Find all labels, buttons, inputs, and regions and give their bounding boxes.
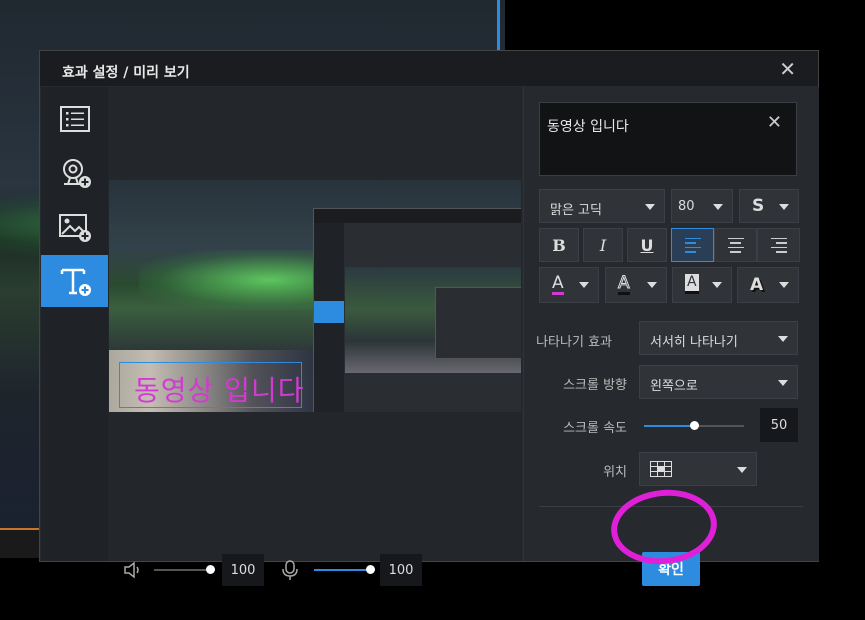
list-icon — [59, 106, 90, 132]
font-family-select[interactable]: 맑은 고딕 — [539, 189, 665, 223]
nested-title-bar — [314, 209, 521, 223]
nested-sidebar — [314, 223, 344, 412]
chevron-down-icon — [779, 282, 789, 288]
align-right-button[interactable] — [757, 228, 800, 262]
font-size-select[interactable]: 80 — [671, 189, 733, 223]
sidebar-item-text[interactable] — [41, 255, 108, 307]
nested-preview — [345, 267, 521, 373]
mic-volume-knob[interactable] — [365, 565, 375, 574]
mic-volume-row: 100 — [280, 554, 422, 586]
dialog-title: 효과 설정 / 미리 보기 — [62, 65, 190, 81]
chevron-down-icon — [712, 282, 722, 288]
confirm-button[interactable]: 확인 — [642, 552, 700, 586]
shadow-color-icon: A — [750, 275, 764, 295]
text-style-value: S — [752, 196, 765, 216]
font-family-value: 맑은 고딕 — [550, 203, 602, 218]
font-color-select[interactable]: A — [539, 267, 599, 303]
add-webcam-icon — [62, 159, 91, 188]
scroll-speed-slider[interactable] — [644, 421, 744, 430]
underline-button[interactable]: U — [627, 228, 667, 262]
bold-button[interactable]: B — [539, 228, 579, 262]
shadow-color-select[interactable]: A — [737, 267, 799, 303]
sidebar-item-list[interactable] — [41, 93, 108, 145]
italic-button[interactable]: I — [583, 228, 623, 262]
scroll-direction-select[interactable]: 왼쪽으로 — [639, 365, 798, 399]
background-strip — [0, 528, 40, 558]
appear-effect-select[interactable]: 서서히 나타나기 — [639, 321, 798, 355]
speaker-volume-value: 100 — [222, 554, 264, 586]
chevron-down-icon — [779, 204, 789, 210]
align-center-button[interactable] — [714, 228, 757, 262]
title-bar: 효과 설정 / 미리 보기 ✕ — [40, 51, 818, 86]
effect-settings-dialog: 효과 설정 / 미리 보기 ✕ 동영상 입니다 100 100 동영상 입니다 … — [39, 50, 819, 586]
speaker-icon[interactable] — [122, 560, 142, 580]
chevron-down-icon — [579, 282, 589, 288]
position-select[interactable] — [639, 452, 757, 486]
position-grid-icon — [650, 461, 672, 477]
outline-color-select[interactable]: A — [605, 267, 667, 303]
font-color-icon: A — [552, 273, 564, 295]
chevron-down-icon — [778, 336, 788, 342]
panel-divider — [539, 506, 803, 507]
text-input-field[interactable]: 동영상 입니다 ✕ — [539, 102, 797, 176]
speaker-volume-knob[interactable] — [205, 565, 215, 574]
text-overlay-box[interactable]: 동영상 입니다 — [119, 362, 305, 408]
chevron-down-icon — [713, 204, 723, 210]
microphone-icon[interactable] — [280, 559, 300, 581]
sidebar-item-image[interactable] — [41, 201, 108, 253]
background-window-edge — [497, 0, 500, 50]
scroll-direction-label: 스크롤 방향 — [563, 378, 627, 393]
sidebar — [41, 87, 108, 561]
nested-preview-inner — [435, 287, 521, 359]
clear-text-icon[interactable]: ✕ — [767, 112, 782, 133]
preview-canvas: 동영상 입니다 — [109, 180, 521, 412]
align-center-icon — [727, 237, 744, 253]
chevron-down-icon — [645, 204, 655, 210]
appear-effect-label: 나타나기 효과 — [536, 335, 612, 350]
close-icon[interactable]: ✕ — [779, 57, 796, 81]
outline-color-icon: A — [618, 273, 630, 295]
appear-effect-value: 서서히 나타나기 — [650, 335, 738, 350]
speaker-volume-row: 100 — [122, 554, 264, 586]
align-left-icon — [684, 237, 701, 253]
chevron-down-icon — [647, 282, 657, 288]
scroll-speed-fill — [644, 425, 694, 427]
background-color-select[interactable]: A — [672, 267, 732, 303]
text-input-value: 동영상 입니다 — [547, 119, 629, 135]
text-style-select[interactable]: S — [739, 189, 799, 223]
scroll-direction-value: 왼쪽으로 — [650, 379, 698, 394]
position-label: 위치 — [603, 465, 627, 480]
mic-volume-slider[interactable] — [314, 565, 375, 574]
align-right-icon — [770, 237, 787, 253]
add-image-icon — [58, 214, 91, 242]
preview-area: 동영상 입니다 100 100 — [108, 87, 522, 586]
mic-volume-value: 100 — [380, 554, 422, 586]
mic-volume-fill — [314, 569, 370, 571]
sidebar-item-webcam[interactable] — [41, 147, 108, 199]
background-color-icon: A — [685, 274, 699, 294]
text-settings-panel: 동영상 입니다 ✕ 맑은 고딕 80 S B I U A A A A 나타나기 … — [523, 87, 819, 586]
scroll-speed-label: 스크롤 속도 — [563, 421, 627, 436]
scroll-speed-knob[interactable] — [689, 421, 699, 430]
nested-screen-capture — [313, 208, 521, 412]
add-text-icon — [60, 268, 91, 296]
align-left-button[interactable] — [671, 228, 714, 262]
font-size-value: 80 — [678, 199, 695, 214]
scroll-speed-value: 50 — [760, 408, 798, 442]
chevron-down-icon — [737, 467, 747, 473]
chevron-down-icon — [778, 380, 788, 386]
text-overlay: 동영상 입니다 — [134, 374, 305, 407]
speaker-volume-slider[interactable] — [154, 565, 215, 574]
nested-active-item — [314, 301, 344, 323]
